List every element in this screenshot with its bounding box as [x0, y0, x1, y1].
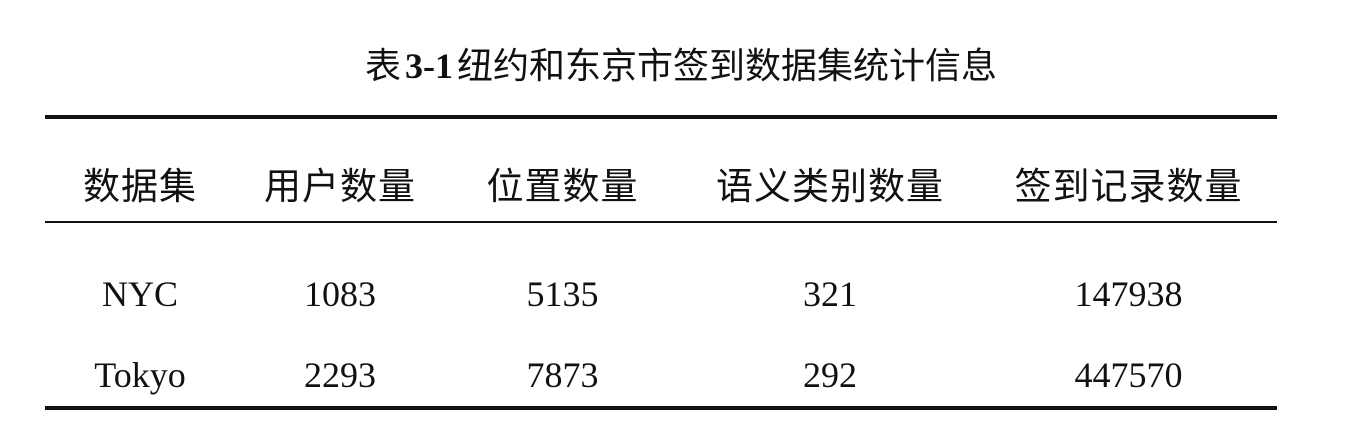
cell-checkin-count: 147938 [1074, 274, 1183, 314]
table-row: NYC 1083 5135 321 147938 [45, 264, 1277, 324]
cell-category-count: 321 [803, 274, 857, 314]
header-dataset: 数据集 [83, 165, 197, 208]
header-user-count: 用户数量 [264, 165, 416, 208]
cell-category-count: 292 [803, 355, 857, 395]
table-header-row: 数据集 用户数量 位置数量 语义类别数量 签到记录数量 [45, 157, 1277, 217]
table-caption: 表 3-1 纽约和东京市签到数据集统计信息 [0, 38, 1362, 95]
cell-location-count: 7873 [526, 355, 599, 395]
caption-number: 3-1 [405, 46, 453, 86]
header-checkin-count: 签到记录数量 [1014, 165, 1243, 208]
caption-text: 纽约和东京市签到数据集统计信息 [457, 46, 998, 87]
cell-user-count: 1083 [304, 274, 376, 314]
caption-prefix: 表 [364, 46, 401, 87]
cell-user-count: 2293 [304, 355, 376, 395]
header-category-count: 语义类别数量 [716, 165, 944, 208]
cell-dataset: NYC [101, 274, 178, 314]
table-row: Tokyo 2293 7873 292 447570 [45, 345, 1277, 405]
cell-location-count: 5135 [526, 274, 599, 314]
table-top-rule [45, 115, 1277, 119]
cell-dataset: Tokyo [94, 355, 186, 395]
cell-checkin-count: 447570 [1074, 355, 1183, 395]
table-bottom-rule [45, 406, 1277, 410]
table-header-rule [45, 221, 1277, 223]
header-location-count: 位置数量 [486, 165, 639, 208]
